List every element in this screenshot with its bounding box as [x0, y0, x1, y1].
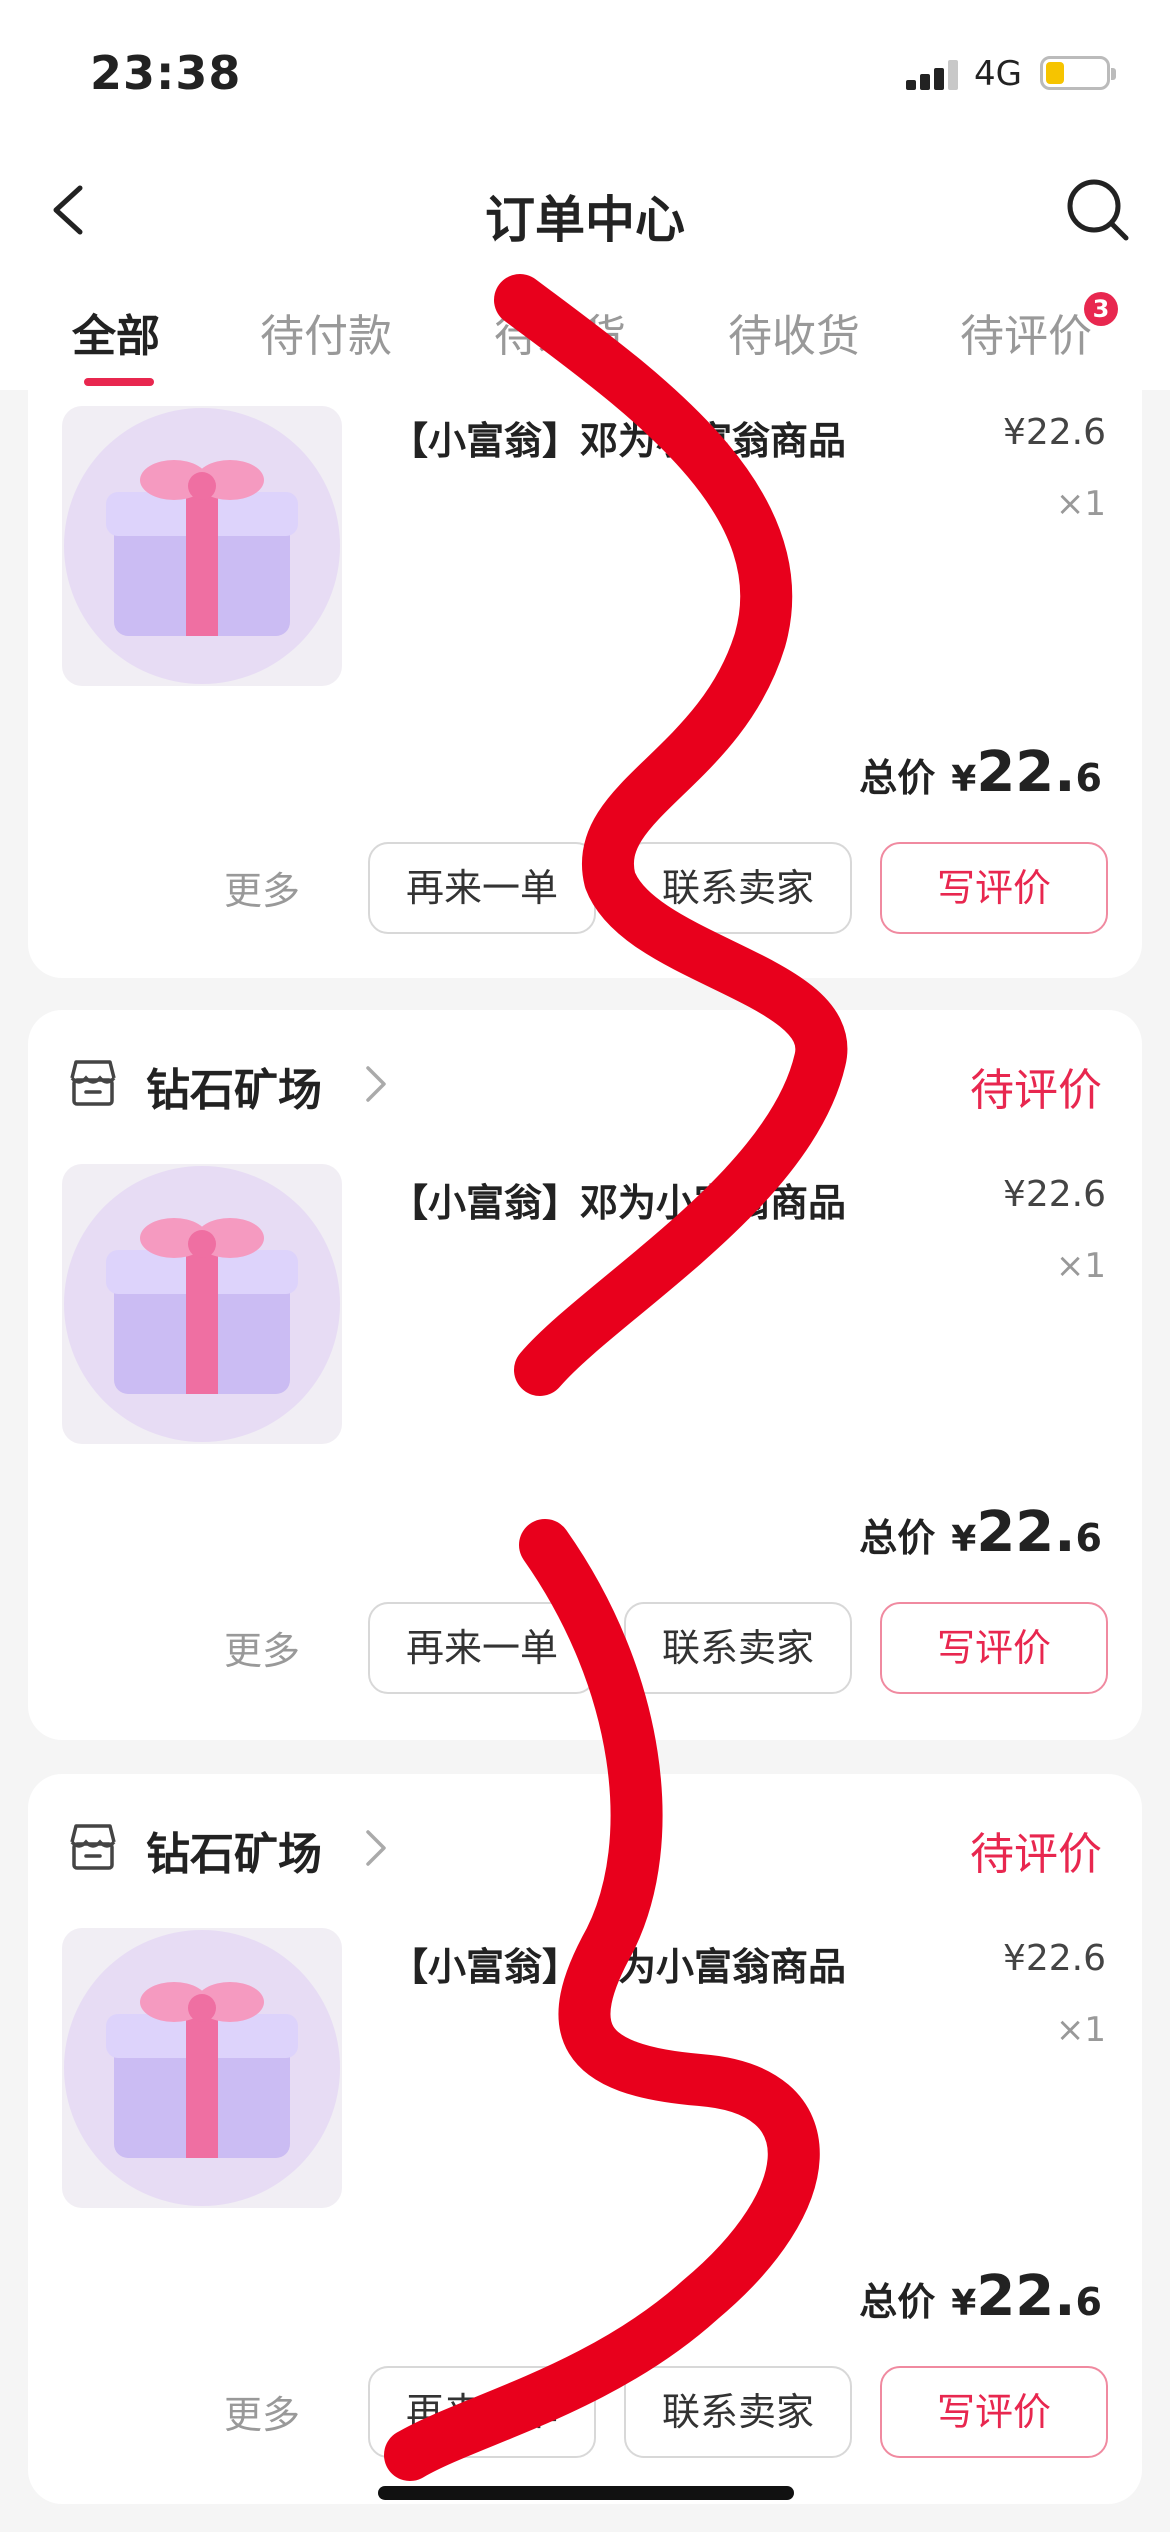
more-button[interactable]: 更多	[224, 1620, 300, 1675]
shop-icon	[70, 1060, 116, 1106]
total-amount-integer: 22.	[976, 1500, 1076, 1565]
tab-pending-review[interactable]: 待评价	[960, 300, 1092, 364]
shop-icon	[70, 1824, 116, 1870]
battery-icon	[1040, 56, 1116, 90]
product-name[interactable]: 【小富翁】邓为小富翁商品	[390, 1936, 846, 1991]
product-image[interactable]	[62, 1164, 342, 1444]
gift-box-icon	[64, 1166, 340, 1442]
signal-icon	[906, 60, 958, 90]
order-card[interactable]: 钻石矿场 待评价 【小富翁】邓为小富翁商品 ¥22.6 ×1 总价 ¥22.6 更…	[28, 1010, 1142, 1740]
more-button[interactable]: 更多	[224, 860, 300, 915]
shop-name[interactable]: 钻石矿场	[146, 1818, 322, 1882]
reorder-button[interactable]: 再来一单	[368, 2366, 596, 2458]
contact-seller-button[interactable]: 联系卖家	[624, 2366, 852, 2458]
product-price: ¥22.6	[1002, 412, 1106, 453]
order-total: 总价 ¥22.6	[859, 1500, 1102, 1565]
order-card[interactable]: 钻石矿场 待评价 【小富翁】邓为小富翁商品 ¥22.6 ×1 总价 ¥22.6 更…	[28, 1774, 1142, 2504]
navigation-bar: 订单中心	[0, 140, 1170, 280]
chevron-right-icon	[366, 1830, 386, 1866]
chevron-right-icon	[366, 1066, 386, 1102]
product-image[interactable]	[62, 1928, 342, 2208]
shop-name[interactable]: 钻石矿场	[146, 1054, 322, 1118]
active-tab-indicator	[84, 378, 154, 386]
order-total: 总价 ¥22.6	[859, 2264, 1102, 2329]
product-quantity: ×1	[1055, 2010, 1106, 2050]
network-type: 4G	[974, 54, 1022, 94]
gift-box-icon	[64, 408, 340, 684]
tab-pending-receipt[interactable]: 待收货	[728, 300, 860, 364]
tab-pending-shipment[interactable]: 待发货	[494, 300, 626, 364]
page-title: 订单中心	[485, 191, 685, 249]
review-count-badge: 3	[1084, 292, 1118, 326]
total-amount-integer: 22.	[976, 740, 1076, 805]
write-review-button[interactable]: 写评价	[880, 1602, 1108, 1694]
contact-seller-button[interactable]: 联系卖家	[624, 1602, 852, 1694]
order-status: 待评价	[970, 1829, 1102, 1880]
write-review-button[interactable]: 写评价	[880, 842, 1108, 934]
contact-seller-button[interactable]: 联系卖家	[624, 842, 852, 934]
product-name[interactable]: 【小富翁】邓为小富翁商品	[390, 1172, 846, 1227]
total-currency: ¥	[951, 759, 977, 800]
total-label: 总价	[859, 1516, 936, 1560]
more-button[interactable]: 更多	[224, 2384, 300, 2439]
order-card[interactable]: 【小富翁】邓为小富翁商品 ¥22.6 ×1 总价 ¥22.6 更多 再来一单 联系…	[28, 390, 1142, 978]
total-amount-integer: 22.	[976, 2264, 1076, 2329]
total-label: 总价	[859, 2280, 936, 2324]
product-quantity: ×1	[1055, 1246, 1106, 1286]
product-name[interactable]: 【小富翁】邓为小富翁商品	[390, 410, 846, 465]
gift-box-icon	[64, 1930, 340, 2206]
order-status: 待评价	[970, 1065, 1102, 1116]
total-label: 总价	[859, 756, 936, 800]
status-bar: 23:38 4G	[0, 0, 1170, 140]
total-amount-decimal: 6	[1075, 1516, 1102, 1560]
order-tabs: 全部 待付款 待发货 待收货 待评价 3	[0, 280, 1170, 390]
total-currency: ¥	[951, 1519, 977, 1560]
search-icon[interactable]	[1064, 176, 1132, 244]
order-total: 总价 ¥22.6	[859, 740, 1102, 805]
product-price: ¥22.6	[1002, 1938, 1106, 1979]
status-time: 23:38	[90, 46, 242, 100]
write-review-button[interactable]: 写评价	[880, 2366, 1108, 2458]
product-quantity: ×1	[1055, 484, 1106, 524]
total-amount-decimal: 6	[1075, 756, 1102, 800]
tab-all[interactable]: 全部	[72, 300, 160, 364]
reorder-button[interactable]: 再来一单	[368, 842, 596, 934]
home-indicator[interactable]	[378, 2486, 794, 2500]
tab-pending-payment[interactable]: 待付款	[260, 300, 392, 364]
product-price: ¥22.6	[1002, 1174, 1106, 1215]
product-image[interactable]	[62, 406, 342, 686]
reorder-button[interactable]: 再来一单	[368, 1602, 596, 1694]
total-amount-decimal: 6	[1075, 2280, 1102, 2324]
total-currency: ¥	[951, 2283, 977, 2324]
